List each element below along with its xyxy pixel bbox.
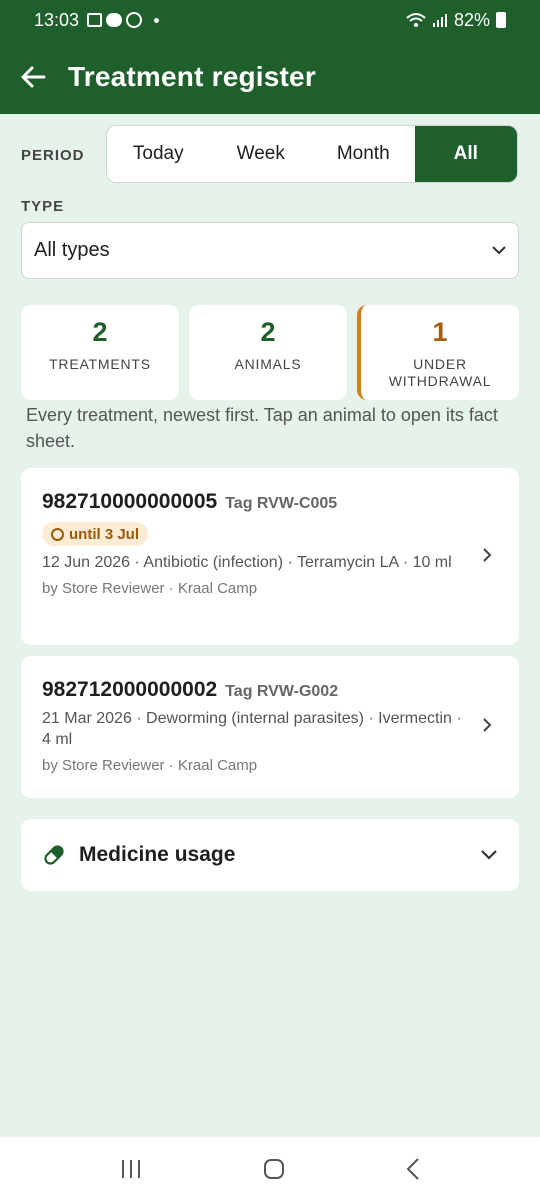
dot-icon: [154, 17, 160, 23]
stat-treatments-label: TREATMENTS: [49, 356, 151, 372]
chevron-down-icon: [492, 246, 506, 255]
back-button[interactable]: [18, 62, 48, 92]
treatment-meta: by Store Reviewer · Kraal Camp: [42, 757, 258, 774]
clock-icon: [51, 527, 64, 541]
period-option-today[interactable]: Today: [107, 126, 210, 182]
pill-icon: [44, 845, 64, 865]
signal-icon: [432, 14, 447, 27]
type-label: TYPE: [21, 198, 65, 215]
stat-animals: 2 ANIMALS: [189, 305, 347, 400]
withdrawal-text: until 3 Jul: [69, 525, 140, 543]
battery-percent: 82%: [453, 9, 490, 30]
gallery-icon: [87, 13, 103, 27]
period-label: PERIOD: [21, 147, 85, 164]
period-segmented-control: Today Week Month All: [106, 125, 518, 183]
treatment-detail: 12 Jun 2026 · Antibiotic (infection) · T…: [42, 554, 452, 571]
treatment-card[interactable]: 982710000000005 Tag RVW-C005 until 3 Jul…: [21, 468, 519, 645]
chevron-down-icon: [481, 850, 497, 860]
stat-withdrawal-label: UNDER WITHDRAWAL: [388, 356, 492, 389]
withdrawal-badge: until 3 Jul: [42, 522, 149, 546]
period-option-week[interactable]: Week: [210, 126, 313, 182]
system-nav-bar: [0, 1137, 540, 1200]
animal-tag: Tag RVW-G002: [225, 683, 339, 700]
page-title: Treatment register: [68, 61, 316, 92]
animal-eid: 982712000000002: [42, 678, 218, 701]
stat-treatments: 2 TREATMENTS: [21, 305, 179, 400]
stat-animals-label: ANIMALS: [234, 356, 302, 372]
recent-apps-icon[interactable]: [120, 1159, 142, 1179]
period-option-all[interactable]: All: [414, 126, 517, 182]
treatment-card[interactable]: 982712000000002 Tag RVW-G002 21 Mar 2026…: [21, 656, 519, 798]
treatment-meta: by Store Reviewer · Kraal Camp: [42, 580, 258, 597]
type-dropdown-value: All types: [34, 239, 110, 261]
whatsapp-icon: [126, 12, 143, 28]
type-dropdown[interactable]: All types: [21, 222, 519, 279]
list-hint: Every treatment, newest first. Tap an an…: [26, 405, 498, 451]
animal-tag: Tag RVW-C005: [225, 495, 338, 512]
stat-animals-value: 2: [260, 317, 276, 347]
chevron-right-icon: [483, 718, 492, 732]
medicine-usage-section[interactable]: Medicine usage: [21, 819, 519, 891]
status-bar: 13:03 82%: [0, 0, 540, 40]
home-icon[interactable]: [263, 1158, 285, 1180]
arrow-left-icon: [21, 66, 46, 88]
animal-eid: 982710000000005: [42, 490, 218, 513]
summary-stats: 2 TREATMENTS 2 ANIMALS 1 UNDER WITHDRAWA…: [21, 305, 519, 400]
wifi-icon: [406, 13, 426, 27]
battery-icon: [496, 12, 506, 28]
back-nav-icon[interactable]: [406, 1157, 420, 1180]
stat-withdrawal-value: 1: [432, 317, 448, 347]
chevron-right-icon: [483, 547, 492, 562]
period-filter: PERIOD Today Week Month All: [0, 125, 540, 183]
stat-under-withdrawal: 1 UNDER WITHDRAWAL: [357, 305, 519, 400]
medicine-usage-title: Medicine usage: [79, 843, 236, 866]
app-bar: Treatment register: [0, 40, 540, 114]
status-time: 13:03: [34, 9, 80, 30]
period-option-month[interactable]: Month: [312, 126, 415, 182]
stat-treatments-value: 2: [92, 317, 108, 347]
treatment-detail: 21 Mar 2026 · Deworming (internal parasi…: [42, 710, 462, 748]
message-icon: [106, 13, 123, 27]
